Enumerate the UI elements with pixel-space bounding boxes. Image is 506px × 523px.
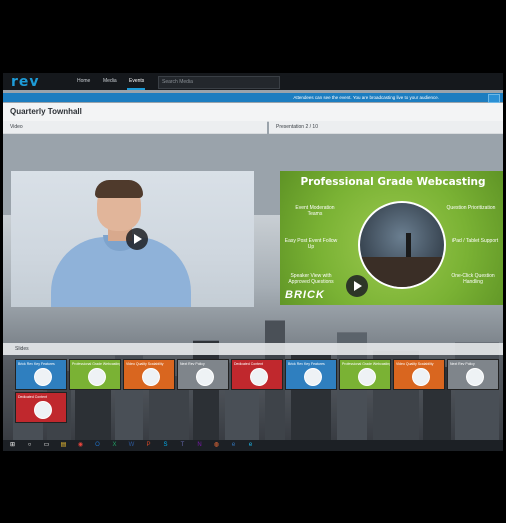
slide-thumbnail-image (196, 368, 214, 386)
slide-thumbnail-image (250, 368, 268, 386)
feature-one-click: One-Click Question Handling (451, 273, 495, 285)
slide-thumbnail-label: Brick Rev Key Features (18, 362, 55, 366)
slide-thumbnail[interactable]: Dedicated Content (15, 392, 67, 423)
nav-media[interactable]: Media (103, 78, 117, 84)
slide-thumbnail[interactable]: Next Rev Policy (177, 359, 229, 390)
presentation-panel-header: Presentation 2 / 10 (269, 121, 503, 134)
stage-photo (358, 201, 446, 289)
slide-thumbnail-label: Video Quality Scalability (126, 362, 164, 366)
slide-thumbnail-image (34, 401, 52, 419)
slide-thumbnail-image (142, 368, 160, 386)
video-label: Video (10, 124, 23, 130)
search-input[interactable]: Search Media (158, 76, 280, 89)
outlook-icon[interactable]: O (94, 442, 101, 449)
event-title-bar: Quarterly Townhall (3, 103, 503, 122)
banner-text: Attendees can see the event. You are bro… (293, 95, 439, 100)
slide-thumbnail-label: Brick Rev Key Features (288, 362, 325, 366)
excel-icon[interactable]: X (111, 442, 118, 449)
slide-thumbnail-label: Dedicated Content (234, 362, 263, 366)
speaker-figure (406, 233, 411, 257)
slide-thumbnail-image (466, 368, 484, 386)
slide-thumbnail[interactable]: Brick Rev Key Features (285, 359, 337, 390)
nav-home[interactable]: Home (77, 78, 90, 84)
top-navigation: rev Home Media Events Search Media (3, 73, 503, 90)
page-title: Quarterly Townhall (10, 107, 82, 116)
slide-thumbnail-image (412, 368, 430, 386)
slide-thumbnail[interactable]: Professional Grade Webcasting (69, 359, 121, 390)
slide-thumbnail[interactable]: Next Rev Policy (447, 359, 499, 390)
brick-logo: BRICK (285, 289, 325, 301)
ie-icon[interactable]: e (247, 442, 254, 449)
search-placeholder: Search Media (162, 79, 193, 85)
search-icon[interactable]: ○ (26, 442, 33, 449)
onenote-icon[interactable]: N (196, 442, 203, 449)
slide-title: Professional Grade Webcasting (300, 176, 486, 188)
slide-thumbnail-image (358, 368, 376, 386)
banner-button[interactable] (488, 94, 500, 103)
slide-thumbnail-label: Next Rev Policy (450, 362, 475, 366)
teams-icon[interactable]: T (179, 442, 186, 449)
word-icon[interactable]: W (128, 442, 135, 449)
chrome-icon[interactable]: ◉ (77, 442, 84, 449)
edge-icon[interactable]: e (230, 442, 237, 449)
slide-thumbnail-label: Dedicated Content (18, 395, 47, 399)
presentation-label: Presentation 2 / 10 (276, 124, 318, 130)
slide-thumbnail[interactable]: Brick Rev Key Features (15, 359, 67, 390)
slide-play-icon[interactable] (346, 275, 368, 297)
video-player[interactable] (11, 171, 254, 307)
task-view-icon[interactable]: ▭ (43, 442, 50, 449)
windows-taskbar: ⊞ ○ ▭ ▤ ◉ O X W P S T N ◍ e e (3, 440, 503, 451)
file-explorer-icon[interactable]: ▤ (60, 442, 67, 449)
feature-event-moderation: Event Moderation Teams (295, 205, 335, 217)
video-play-icon[interactable] (126, 228, 148, 250)
presenter-hair (95, 180, 143, 198)
broadcast-status-banner: Attendees can see the event. You are bro… (3, 93, 503, 103)
powerpoint-icon[interactable]: P (145, 442, 152, 449)
feature-ipad-support: iPad / Tablet Support (451, 238, 499, 244)
slide-thumbnail-image (88, 368, 106, 386)
screen: rev Home Media Events Search Media Atten… (3, 73, 503, 451)
stage-floor (360, 257, 444, 287)
slide-thumbnails: Brick Rev Key Features Professional Grade… (3, 355, 503, 441)
slide-thumbnail-image (34, 368, 52, 386)
slides-header: Slides (3, 343, 503, 355)
slide-thumbnail-label: Next Rev Policy (180, 362, 205, 366)
slide-thumbnail[interactable]: Professional Grade Webcasting (339, 359, 391, 390)
slides-label: Slides (15, 346, 29, 352)
slide-thumbnail[interactable]: Video Quality Scalability (393, 359, 445, 390)
presentation-slide: Professional Grade Webcasting Event Mode… (280, 171, 503, 305)
slide-thumbnail-image (304, 368, 322, 386)
skype-icon[interactable]: S (162, 442, 169, 449)
slide-thumbnail[interactable]: Dedicated Content (231, 359, 283, 390)
slide-thumbnail[interactable]: Video Quality Scalability (123, 359, 175, 390)
rev-logo[interactable]: rev (11, 74, 40, 90)
slide-thumbnail-label: Video Quality Scalability (396, 362, 434, 366)
windows-icon[interactable]: ⊞ (9, 442, 16, 449)
feature-speaker-view: Speaker View with Approved Questions (288, 273, 334, 285)
nav-events[interactable]: Events (129, 78, 144, 84)
video-panel-header: Video (3, 121, 267, 134)
slide-thumbnail-label: Professional Grade Webcasting (342, 362, 391, 366)
active-tab-indicator (127, 88, 145, 90)
feature-question-prioritization: Question Prioritization (446, 205, 496, 211)
firefox-icon[interactable]: ◍ (213, 442, 220, 449)
feature-easy-post-event: Easy Post Event Follow Up (284, 238, 338, 250)
slide-thumbnail-label: Professional Grade Webcasting (72, 362, 121, 366)
